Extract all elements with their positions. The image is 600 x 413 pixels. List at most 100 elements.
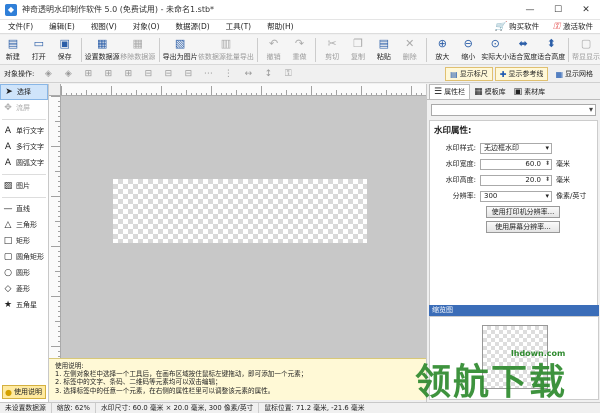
window-title: 神奇透明水印制作软件 5.0 (免费试用) - 未命名1.stb* (22, 5, 215, 14)
maximize-button[interactable]: ☐ (544, 0, 572, 20)
batch-export-icon: ▥ (220, 37, 232, 50)
toolbar-open-folder-button[interactable]: ▭ 打开 (26, 35, 52, 65)
toolbar-fit-width-button[interactable]: ⬌ 适合宽度 (509, 35, 537, 65)
toolbar-paste-button[interactable]: ▤ 粘贴 (371, 35, 397, 65)
toolbar-actual-size-button[interactable]: ⊙ 实际大小 (481, 35, 509, 65)
tool-arc-text[interactable]: A 圆弧文字 (0, 155, 48, 171)
height-input[interactable]: 20.0 (480, 174, 552, 186)
layer-down-icon[interactable]: ◈ (62, 68, 74, 80)
tool-single-text[interactable]: A 单行文字 (0, 123, 48, 139)
menu-bar: 文件(F) 编辑(E) 视图(V) 对象(O) 数据源(D) 工具(T) 帮助(… (0, 20, 600, 34)
tool-circle[interactable]: ○ 圆形 (0, 265, 48, 281)
lock-icon[interactable]: ⚿ (282, 68, 294, 80)
cut-icon: ✂ (327, 37, 337, 50)
tool-multi-text[interactable]: A 多行文字 (0, 139, 48, 155)
toolbar-batch-export-button[interactable]: ▥ 依数据源批量导出 (198, 35, 254, 65)
tool-separator (2, 197, 46, 198)
toolbar-display-button[interactable]: ▢ 帮显显示 (572, 35, 600, 65)
tab-template[interactable]: ▦ 模板库 (470, 84, 510, 99)
watermark-style-select[interactable]: 无边框水印 (480, 142, 552, 154)
toolbar-redo-button[interactable]: ↷ 重做 (287, 35, 313, 65)
align-top-icon[interactable]: ⊟ (142, 68, 154, 80)
menu-tools[interactable]: 工具(T) (218, 21, 259, 32)
tool-rounded-rect[interactable]: ▢ 圆角矩形 (0, 249, 48, 265)
tool-diamond[interactable]: ◇ 菱形 (0, 281, 48, 297)
show-reference-toggle[interactable]: ✚ 显示参考线 (494, 67, 549, 81)
tool-triangle[interactable]: △ 三角形 (0, 217, 48, 233)
align-left-icon[interactable]: ⊞ (82, 68, 94, 80)
minimize-button[interactable]: — (516, 0, 544, 20)
tool-pan[interactable]: ✥ 流屏 (0, 100, 48, 116)
toolbar-label: 剪切 (325, 53, 340, 61)
use-printer-resolution-button[interactable]: 使用打印机分辨率... (486, 206, 560, 218)
same-height-icon[interactable]: ↕ (262, 68, 274, 80)
menu-help[interactable]: 帮助(H) (259, 21, 302, 32)
distribute-v-icon[interactable]: ⋮ (222, 68, 234, 80)
menu-object[interactable]: 对象(O) (125, 21, 168, 32)
toolbar-zoom-in-button[interactable]: ⊕ 放大 (429, 35, 455, 65)
toolbar-label: 重做 (292, 53, 307, 61)
distribute-h-icon[interactable]: ⋯ (202, 68, 214, 80)
buy-software-button[interactable]: 🛒 购买软件 (488, 21, 546, 32)
toolbar-copy-button[interactable]: ❐ 复制 (345, 35, 371, 65)
tool-star[interactable]: ★ 五角星 (0, 297, 48, 313)
activate-software-button[interactable]: ⚿ 激活软件 (546, 21, 600, 32)
toolbar-datasource-button[interactable]: ▦ 设置数据源 (84, 35, 120, 65)
toolbar-zoom-out-button[interactable]: ⊖ 缩小 (455, 35, 481, 65)
toolbar-remove-datasource-button[interactable]: ▦ 移除数据源 (120, 35, 156, 65)
preview-thumbnail (482, 325, 548, 389)
menu-edit[interactable]: 编辑(E) (41, 21, 83, 32)
tab-properties[interactable]: ☰ 属性栏 (429, 84, 471, 99)
tab-material[interactable]: ▣ 素材库 (510, 84, 550, 99)
menu-datasource[interactable]: 数据源(D) (168, 21, 218, 32)
align-middle-icon[interactable]: ⊟ (162, 68, 174, 80)
tool-separator (2, 174, 46, 175)
toolbar-fit-height-button[interactable]: ⬍ 适合高度 (537, 35, 565, 65)
guide-icon: ✚ (499, 69, 507, 79)
line-icon: — (3, 204, 13, 214)
toolbar-save-button[interactable]: ▣ 保存 (52, 35, 78, 65)
tool-label: 流屏 (16, 104, 30, 112)
toolbar-undo-button[interactable]: ↶ 撤销 (261, 35, 287, 65)
tool-rectangle[interactable]: □ 矩形 (0, 233, 48, 249)
use-screen-resolution-button[interactable]: 使用屏幕分辨率... (486, 221, 560, 233)
menu-view[interactable]: 视图(V) (83, 21, 125, 32)
watermark-artboard[interactable] (113, 179, 367, 243)
toolbar-separator (256, 38, 258, 62)
close-button[interactable]: ✕ (572, 0, 600, 20)
material-icon: ▣ (513, 86, 523, 97)
toolbar-new-file-button[interactable]: ▤ 新建 (0, 35, 26, 65)
toolbar-separator (568, 38, 570, 62)
toolbar-export-image-button[interactable]: ▧ 导出为图片 (162, 35, 198, 65)
align-bottom-icon[interactable]: ⊟ (182, 68, 194, 80)
object-selector-dropdown[interactable] (431, 104, 596, 116)
resolution-unit: 像素/英寸 (556, 192, 587, 200)
resolution-label: 分辨率: (452, 192, 476, 200)
design-canvas[interactable] (61, 96, 426, 358)
ruler-icon: ▤ (450, 69, 458, 79)
tool-image[interactable]: ▨ 图片 (0, 178, 48, 194)
align-center-icon[interactable]: ⊞ (102, 68, 114, 80)
show-ruler-toggle[interactable]: ▤ 显示标尺 (445, 67, 493, 81)
tab-label: 素材库 (524, 87, 546, 96)
properties-body: 水印属性: 水印样式: 无边框水印 水印宽度: 60.0 毫米 水印高度: 20… (429, 120, 598, 306)
tool-label: 圆角矩形 (16, 253, 44, 261)
right-tabs: ☰ 属性栏 ▦ 模板库 ▣ 素材库 (427, 84, 600, 100)
toolbar-label: 依数据源批量导出 (197, 53, 254, 61)
width-input[interactable]: 60.0 (480, 158, 552, 170)
toolbar-delete-button[interactable]: ✕ 删除 (397, 35, 423, 65)
tool-label: 矩形 (16, 237, 30, 245)
usage-help-button[interactable]: ● 使用说明 (2, 385, 46, 399)
fit-height-icon: ⬍ (546, 37, 556, 50)
status-size: 水印尺寸: 60.0 毫米 × 20.0 毫米, 300 像素/英寸 (96, 403, 260, 413)
align-right-icon[interactable]: ⊞ (122, 68, 134, 80)
layer-up-icon[interactable]: ◈ (42, 68, 54, 80)
toolbar-cut-button[interactable]: ✂ 剪切 (319, 35, 345, 65)
resolution-select[interactable]: 300 (480, 190, 552, 202)
show-grid-toggle[interactable]: ▦ 显示网格 (550, 67, 598, 81)
menu-file[interactable]: 文件(F) (0, 21, 41, 32)
tool-pointer[interactable]: ➤ 选择 (0, 84, 48, 100)
toolbar-label: 适合宽度 (509, 53, 538, 61)
tool-line[interactable]: — 直线 (0, 201, 48, 217)
same-width-icon[interactable]: ↔ (242, 68, 254, 80)
